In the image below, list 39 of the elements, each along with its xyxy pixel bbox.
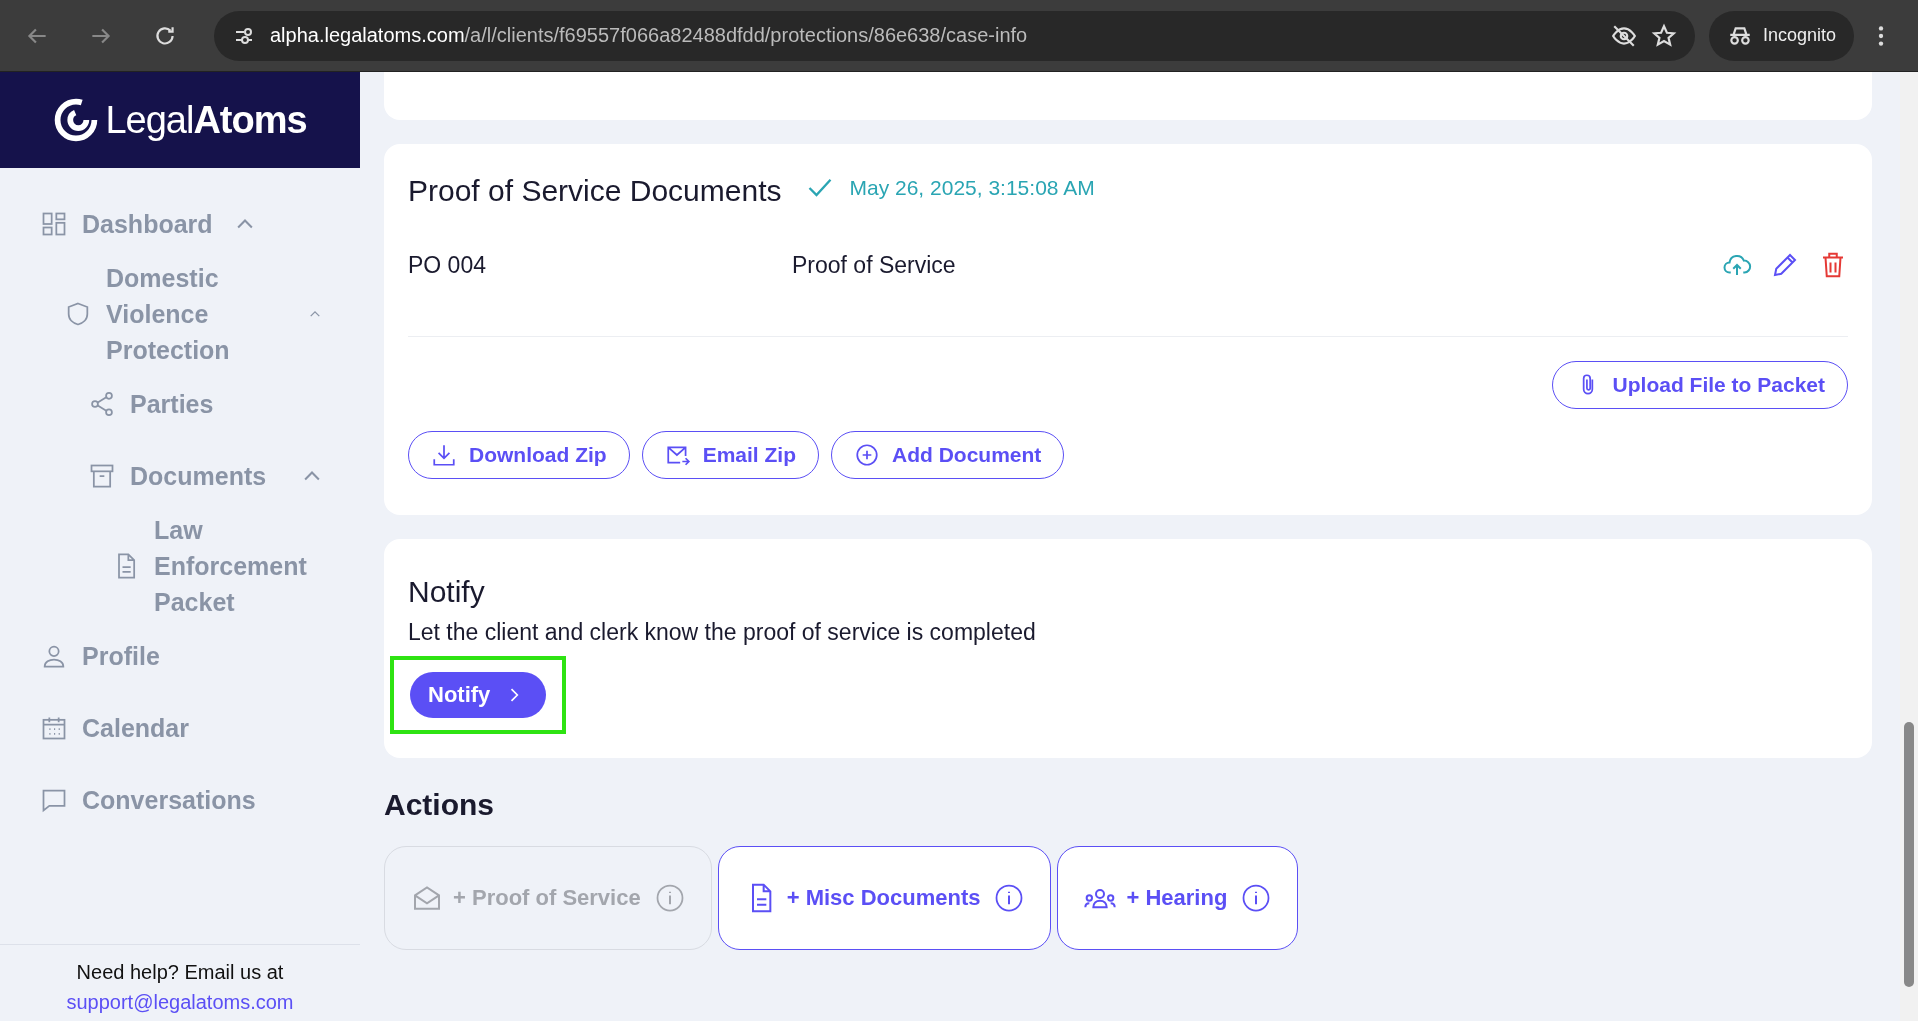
sidebar-item[interactable]: Law Enforcement Packet xyxy=(0,512,360,620)
action-card[interactable]: + Hearing xyxy=(1057,846,1299,950)
sidebar-item[interactable]: Calendar xyxy=(0,692,360,764)
info-icon xyxy=(994,883,1025,913)
help-text: Need help? Email us at xyxy=(76,960,284,985)
description-text: Let the client and clerk know the proof of service is completed xyxy=(408,619,1036,646)
sidebar-item[interactable]: Documents xyxy=(0,440,360,512)
sidebar-item[interactable]: Parties xyxy=(0,368,360,440)
action-card[interactable]: + Misc Documents xyxy=(717,846,1052,950)
url-text: alpha.legalatoms.com/a/l/clients/f69557f066a82488dfdd/protections/86e638/case-info xyxy=(270,24,1029,47)
info-icon xyxy=(654,883,685,913)
sidebar-item[interactable]: Dashboard xyxy=(0,188,360,260)
info-icon xyxy=(1241,883,1272,913)
outline-button[interactable]: Email Zip xyxy=(641,431,819,479)
upload-file-button[interactable]: Upload File to Packet xyxy=(1551,361,1848,409)
download-icon xyxy=(431,442,457,468)
sidebar-item[interactable]: Domestic Violence Protection xyxy=(0,260,360,368)
star-icon[interactable] xyxy=(1650,22,1677,49)
document-name: Proof of Service xyxy=(792,251,957,279)
document-code: PO 004 xyxy=(408,251,487,279)
section-title: Actions xyxy=(384,788,495,822)
logo-text: LegalAtoms xyxy=(105,98,307,142)
card-title: Notify xyxy=(408,574,485,609)
address-bar[interactable]: alpha.legalatoms.com/a/l/clients/f69557f066a82488dfdd/protections/86e638/case-info xyxy=(214,10,1695,61)
notify-button[interactable]: Notify xyxy=(410,672,547,718)
share-icon xyxy=(88,390,116,418)
grid-icon xyxy=(40,210,68,238)
logo-icon xyxy=(53,97,100,143)
archive-box-icon xyxy=(88,462,116,490)
support-email-link[interactable]: support@legalatoms.com xyxy=(66,987,294,1017)
timestamp: May 26, 2025, 3:15:08 AM xyxy=(849,176,1095,200)
incognito-badge[interactable]: Incognito xyxy=(1708,10,1854,61)
card-title: Proof of Service Documents xyxy=(408,173,782,208)
plus-circle-icon xyxy=(854,442,880,468)
sidebar-item[interactable]: Profile xyxy=(0,620,360,692)
outline-button[interactable]: Add Document xyxy=(831,431,1065,479)
outline-button[interactable]: Download Zip xyxy=(408,431,630,479)
scrollbar[interactable] xyxy=(1900,72,1918,1021)
sidebar-item[interactable]: Conversations xyxy=(0,764,360,836)
